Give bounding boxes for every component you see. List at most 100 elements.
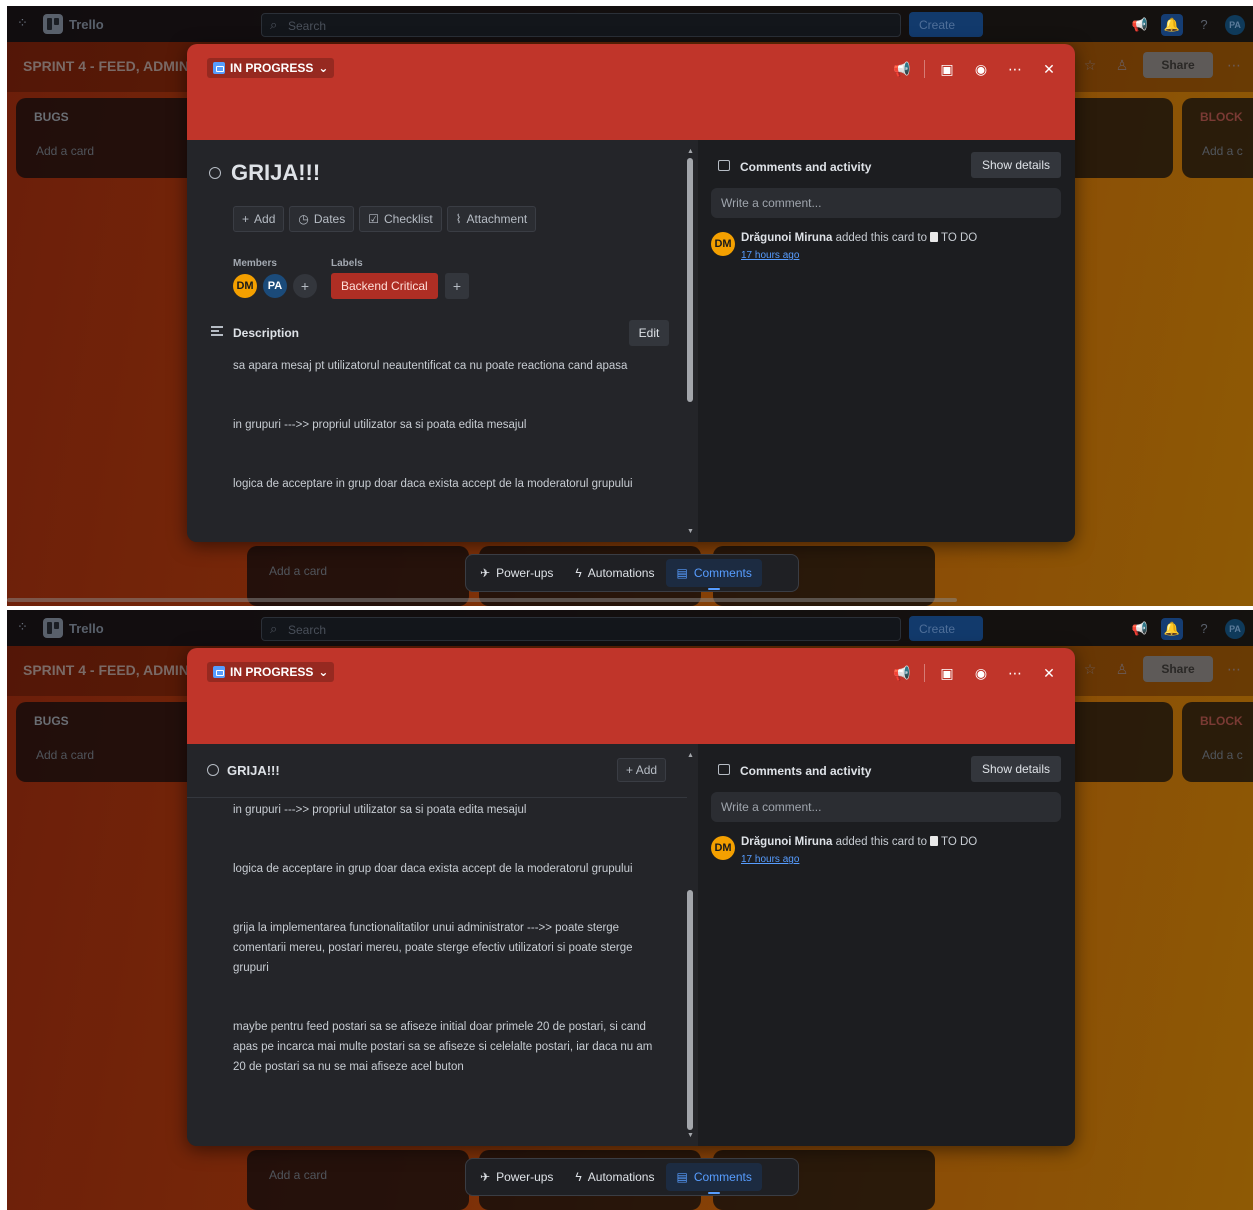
show-details-button[interactable]: Show details <box>971 756 1061 782</box>
powerups-button[interactable]: ✈ Power-ups <box>470 1163 563 1191</box>
add-label-button[interactable]: + <box>445 273 469 299</box>
activity-avatar[interactable]: DM <box>711 232 735 256</box>
description-paragraph: logica de acceptare in grup doar daca ex… <box>233 863 633 875</box>
members-icon[interactable]: ♙ <box>1111 52 1133 78</box>
create-button[interactable]: Create <box>909 616 983 641</box>
status-dropdown[interactable]: IN PROGRESS ⌄ <box>207 58 335 78</box>
user-avatar[interactable]: PA <box>1225 15 1245 35</box>
bell-icon[interactable]: 🔔 <box>1161 14 1183 36</box>
scroll-down-icon[interactable]: ▼ <box>687 528 694 536</box>
powerups-label: Power-ups <box>496 1170 554 1184</box>
share-button[interactable]: Share <box>1143 656 1213 682</box>
add-button[interactable]: + Add <box>617 758 667 782</box>
help-icon[interactable]: ? <box>1193 618 1215 640</box>
description-paragraph: grija la implementarea functionalitatilo… <box>233 922 633 974</box>
app-name[interactable]: Trello <box>69 621 104 636</box>
complete-circle-icon[interactable] <box>207 764 219 776</box>
add-card-button[interactable]: Add a card <box>269 564 327 578</box>
card-actions: + Add ◷ Dates ☑ Checklist ⌇ Attachment <box>233 206 537 232</box>
description-body[interactable]: sa apara mesaj pt utilizatorul neautenti… <box>233 356 663 533</box>
add-button[interactable]: + Add <box>233 206 285 232</box>
create-button[interactable]: Create <box>909 12 983 37</box>
search-input[interactable]: Search <box>261 617 901 641</box>
add-member-button[interactable]: + <box>293 274 317 298</box>
watch-eye-icon[interactable]: ◉ <box>969 58 993 80</box>
add-card-button[interactable]: Add a card <box>36 144 94 158</box>
lightning-icon: ϟ <box>575 566 582 580</box>
help-icon[interactable]: ? <box>1193 14 1215 36</box>
scroll-thumb[interactable] <box>687 158 693 402</box>
member-avatar[interactable]: PA <box>263 274 287 298</box>
megaphone-icon[interactable]: 📢 <box>890 662 914 684</box>
user-avatar[interactable]: PA <box>1225 619 1245 639</box>
more-icon[interactable]: ⋯ <box>1003 58 1027 80</box>
megaphone-icon[interactable]: 📢 <box>1129 618 1151 640</box>
description-body[interactable]: in grupuri --->> propriul utilizator sa … <box>233 800 663 1116</box>
scroll-up-icon[interactable]: ▲ <box>687 752 694 760</box>
search-input[interactable]: Search <box>261 13 901 37</box>
apps-grid-icon[interactable]: ⁘ <box>17 620 31 634</box>
watch-eye-icon[interactable]: ◉ <box>969 662 993 684</box>
add-card-button[interactable]: Add a c <box>1202 144 1243 158</box>
more-icon[interactable]: ⋯ <box>1223 52 1245 78</box>
star-icon[interactable]: ☆ <box>1079 52 1101 78</box>
show-details-button[interactable]: Show details <box>971 152 1061 178</box>
more-icon[interactable]: ⋯ <box>1223 656 1245 682</box>
plus-icon: + <box>242 212 250 226</box>
comments-button[interactable]: ▤ Comments <box>666 559 762 590</box>
cover-image-icon[interactable]: ▣ <box>935 662 959 684</box>
board-title[interactable]: SPRINT 4 - FEED, ADMIN, ... <box>23 58 208 74</box>
comments-button[interactable]: ▤ Comments <box>666 1163 762 1194</box>
complete-circle-icon[interactable] <box>209 167 221 179</box>
close-icon[interactable]: ✕ <box>1037 662 1061 684</box>
megaphone-icon[interactable]: 📢 <box>890 58 914 80</box>
star-icon[interactable]: ☆ <box>1079 656 1101 682</box>
edit-button[interactable]: Edit <box>629 320 669 346</box>
trello-logo-icon[interactable] <box>43 618 63 638</box>
board-title[interactable]: SPRINT 4 - FEED, ADMIN, ... <box>23 662 208 678</box>
add-card-button[interactable]: Add a card <box>36 748 94 762</box>
apps-grid-icon[interactable]: ⁘ <box>17 16 31 30</box>
cover-image-icon[interactable]: ▣ <box>935 58 959 80</box>
attachment-button[interactable]: ⌇ Attachment <box>446 206 537 232</box>
screenshot-top: ⁘ Trello Search Create 📢 🔔 ? PA SPRINT 4… <box>7 6 1253 606</box>
activity-time-link[interactable]: 17 hours ago <box>741 250 799 261</box>
card-title[interactable]: GRIJA!!! <box>231 160 320 186</box>
comment-input[interactable]: Write a comment... <box>711 188 1061 218</box>
member-avatar[interactable]: DM <box>233 274 257 298</box>
add-card-button[interactable]: Add a card <box>269 1168 327 1182</box>
status-dropdown[interactable]: IN PROGRESS ⌄ <box>207 662 335 682</box>
checklist-button[interactable]: ☑ Checklist <box>359 206 442 232</box>
add-card-button[interactable]: Add a c <box>1202 748 1243 762</box>
app-name[interactable]: Trello <box>69 17 104 32</box>
automations-button[interactable]: ϟ Automations <box>565 559 664 587</box>
automations-button[interactable]: ϟ Automations <box>565 1163 664 1191</box>
details-scrollbar[interactable]: ▲ ▼ <box>687 148 694 536</box>
activity-user[interactable]: Drăgunoi Miruna <box>741 836 832 848</box>
scroll-down-icon[interactable]: ▼ <box>687 1132 694 1140</box>
scroll-up-icon[interactable]: ▲ <box>687 148 694 156</box>
close-icon[interactable]: ✕ <box>1037 58 1061 80</box>
members-icon[interactable]: ♙ <box>1111 656 1133 682</box>
activity-time-link[interactable]: 17 hours ago <box>741 854 799 865</box>
list-title[interactable]: BUGS <box>34 110 69 124</box>
more-icon[interactable]: ⋯ <box>1003 662 1027 684</box>
bell-icon[interactable]: 🔔 <box>1161 618 1183 640</box>
megaphone-icon[interactable]: 📢 <box>1129 14 1151 36</box>
details-scrollbar[interactable]: ▲ ▼ <box>687 752 694 1140</box>
powerups-button[interactable]: ✈ Power-ups <box>470 559 563 587</box>
list-title[interactable]: BLOCK <box>1200 110 1243 124</box>
comment-input[interactable]: Write a comment... <box>711 792 1061 822</box>
board-scrollbar[interactable] <box>7 598 957 602</box>
list-title[interactable]: BUGS <box>34 714 69 728</box>
activity-user[interactable]: Drăgunoi Miruna <box>741 232 832 244</box>
trello-logo-icon[interactable] <box>43 14 63 34</box>
scroll-thumb[interactable] <box>687 890 693 1130</box>
activity-avatar[interactable]: DM <box>711 836 735 860</box>
list-title[interactable]: BLOCK <box>1200 714 1243 728</box>
label-chip[interactable]: Backend Critical <box>331 273 438 299</box>
comment-icon: ▤ <box>676 566 688 580</box>
dates-button[interactable]: ◷ Dates <box>289 206 355 232</box>
share-button[interactable]: Share <box>1143 52 1213 78</box>
card-title[interactable]: GRIJA!!! <box>227 763 280 778</box>
